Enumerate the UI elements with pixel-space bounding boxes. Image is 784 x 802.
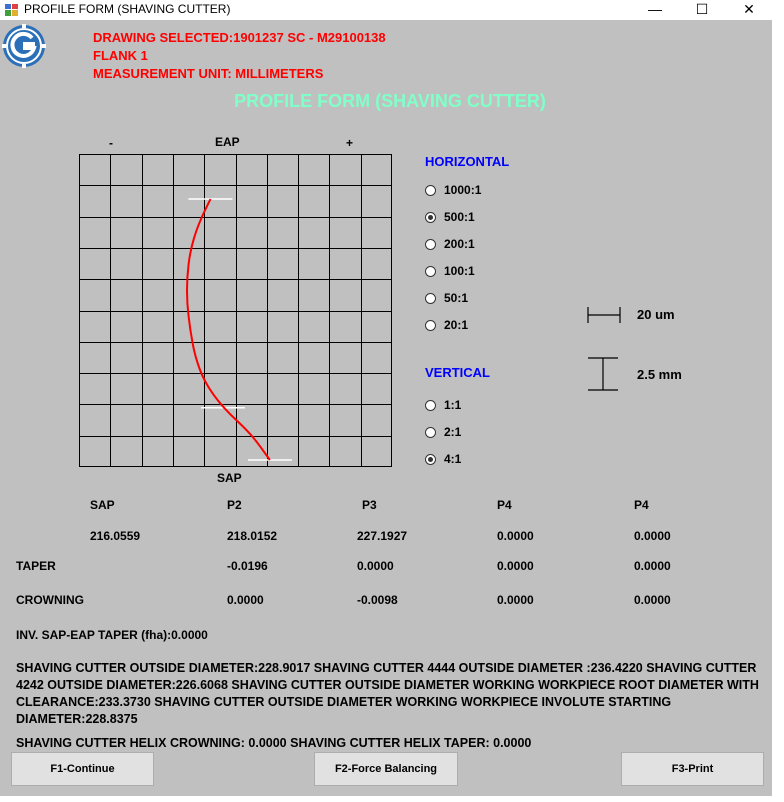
value-p4-second: 0.0000 — [634, 529, 671, 543]
radio-button-icon[interactable] — [425, 292, 436, 304]
app-icon — [5, 4, 18, 16]
header-p4: P4 — [497, 498, 512, 512]
force-balancing-button[interactable]: F2-Force Balancing — [314, 752, 458, 786]
vertical-option[interactable]: 4:1 — [425, 451, 461, 467]
vertical-option[interactable]: 2:1 — [425, 424, 461, 440]
helix-text: SHAVING CUTTER HELIX CROWNING: 0.0000 SH… — [16, 736, 532, 750]
value-p2: 218.0152 — [227, 529, 278, 543]
horizontal-option[interactable]: 1000:1 — [425, 182, 481, 198]
taper-label: TAPER — [16, 559, 56, 573]
header-p3: P3 — [362, 498, 377, 512]
radio-button-icon[interactable] — [425, 453, 436, 465]
vertical-option[interactable]: 1:1 — [425, 397, 461, 413]
crowning-p4: 0.0000 — [497, 593, 534, 607]
horizontal-option-label: 200:1 — [444, 237, 475, 251]
chart-eap-label: EAP — [215, 135, 240, 149]
continue-button[interactable]: F1-Continue — [11, 752, 154, 786]
profile-chart — [79, 154, 392, 467]
crowning-p4-second: 0.0000 — [634, 593, 671, 607]
header-sap: SAP — [90, 498, 115, 512]
horizontal-option-label: 100:1 — [444, 264, 475, 278]
inv-taper-text: INV. SAP-EAP TAPER (fha):0.0000 — [16, 628, 208, 642]
chart-plus-label: + — [346, 136, 354, 150]
horizontal-option-label: 50:1 — [444, 291, 469, 305]
radio-button-icon[interactable] — [425, 426, 436, 438]
horizontal-option-label: 1000:1 — [444, 183, 482, 197]
taper-p4-second: 0.0000 — [634, 559, 671, 573]
header-p2: P2 — [227, 498, 242, 512]
vertical-option-label: 2:1 — [444, 425, 462, 439]
minimize-button[interactable]: — — [632, 0, 678, 20]
crowning-label: CROWNING — [16, 593, 84, 607]
chart-sap-label: SAP — [217, 471, 242, 485]
horizontal-scale-value: 20 um — [637, 307, 675, 322]
window-title: PROFILE FORM (SHAVING CUTTER) — [24, 2, 231, 16]
taper-p2: -0.0196 — [227, 559, 268, 573]
print-button[interactable]: F3-Print — [621, 752, 764, 786]
horizontal-option-label: 20:1 — [444, 318, 469, 332]
horizontal-option[interactable]: 200:1 — [425, 236, 475, 252]
header-p4-second: P4 — [634, 498, 649, 512]
horizontal-option[interactable]: 50:1 — [425, 290, 468, 306]
measurement-unit-text: MEASUREMENT UNIT: MILLIMETERS — [93, 66, 324, 81]
radio-button-icon[interactable] — [425, 184, 436, 196]
profile-curve — [185, 198, 271, 461]
value-sap: 216.0559 — [90, 529, 141, 543]
page-title: PROFILE FORM (SHAVING CUTTER) — [234, 91, 546, 111]
title-bar: PROFILE FORM (SHAVING CUTTER) — ☐ ✕ — [0, 0, 784, 20]
close-button[interactable]: ✕ — [726, 0, 772, 20]
vertical-label: VERTICAL — [425, 365, 490, 380]
chart-minus-label: - — [109, 136, 113, 150]
radio-button-icon[interactable] — [425, 399, 436, 411]
vertical-scrollbar[interactable] — [772, 20, 784, 802]
maximize-button[interactable]: ☐ — [679, 0, 725, 20]
diameters-text: SHAVING CUTTER OUTSIDE DIAMETER:228.9017… — [16, 661, 759, 726]
crowning-p2: 0.0000 — [227, 593, 264, 607]
radio-button-icon[interactable] — [425, 211, 436, 223]
radio-button-icon[interactable] — [425, 319, 436, 331]
horizontal-option-label: 500:1 — [444, 210, 475, 224]
client-area: DRAWING SELECTED:1901237 SC - M29100138 … — [0, 20, 772, 796]
vertical-scale-icon — [588, 357, 618, 391]
radio-button-icon[interactable] — [425, 238, 436, 250]
horizontal-label: HORIZONTAL — [425, 154, 510, 169]
value-p4: 0.0000 — [497, 529, 534, 543]
company-logo-icon — [2, 24, 46, 68]
value-p3: 227.1927 — [357, 529, 408, 543]
taper-p3: 0.0000 — [357, 559, 394, 573]
flank-text: FLANK 1 — [93, 48, 148, 63]
crowning-p3: -0.0098 — [357, 593, 398, 607]
radio-button-icon[interactable] — [425, 265, 436, 277]
taper-p4: 0.0000 — [497, 559, 534, 573]
vertical-option-label: 1:1 — [444, 398, 462, 412]
drawing-selected-text: DRAWING SELECTED:1901237 SC - M29100138 — [93, 30, 386, 45]
horizontal-option[interactable]: 500:1 — [425, 209, 475, 225]
horizontal-option[interactable]: 100:1 — [425, 263, 475, 279]
horizontal-scale-icon — [587, 307, 621, 323]
horizontal-option[interactable]: 20:1 — [425, 317, 468, 333]
vertical-option-label: 4:1 — [444, 452, 462, 466]
vertical-scale-value: 2.5 mm — [637, 367, 682, 382]
